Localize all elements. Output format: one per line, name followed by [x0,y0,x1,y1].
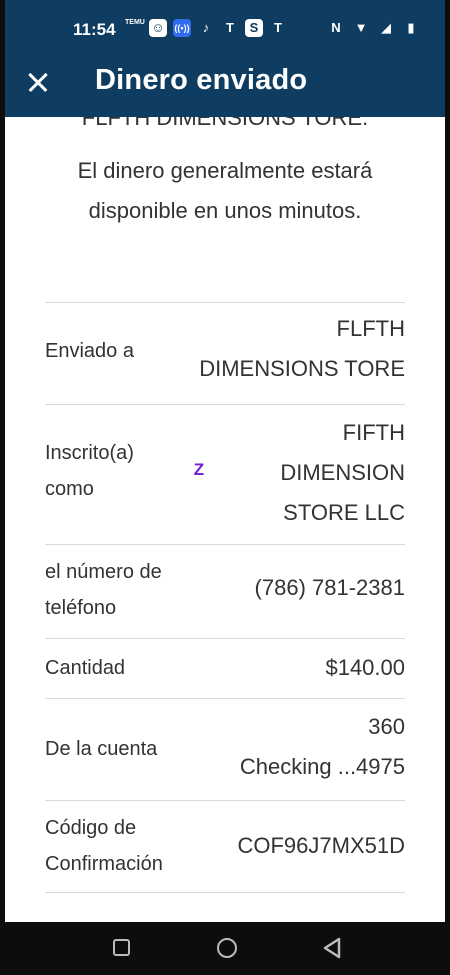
screen: 11:54 TEMU ☺ ((•)) ♪ T S T N ▼ ◢ ▮ Diner… [0,0,450,975]
confirmation-label: Código de Confirmación [45,810,185,882]
notification-icons: TEMU ☺ ((•)) ♪ T S T [125,19,287,37]
recent-apps-icon[interactable] [113,939,130,956]
status-time: 11:54 [73,20,116,39]
label-line: como [45,478,94,500]
tiktok-icon: ♪ [202,20,210,35]
value-line: 360 [368,714,405,739]
recipient-heading: FLFTH DIMENSIONS TORE. [81,117,369,130]
divider [45,892,405,893]
radio-icon: ((•)) [173,19,191,37]
label-line: Código de [45,817,137,839]
transfer-details: FLFTH DIMENSIONS TORE. El dinero general… [5,117,445,922]
from-account-value: 360 Checking ...4975 [240,707,405,787]
detail-row-from-account: De la cuenta 360 Checking ...4975 [45,698,405,800]
sent-to-value: FLFTH DIMENSIONS TORE [199,309,405,389]
temu-icon: TEMU [125,19,145,26]
zelle-icon: Z [193,460,205,479]
confirmation-code: COF96J7MX51D [237,833,405,858]
value-line: FIFTH [342,420,405,445]
phone-label: el número de teléfono [45,554,185,626]
value-line: STORE LLC [283,500,405,525]
wifi-icon: ▼ [354,20,368,35]
page-title: Dinero enviado [95,64,308,96]
app-header: Dinero enviado [5,60,445,117]
detail-row-phone: el número de teléfono (786) 781-2381 [45,544,405,638]
sent-to-label: Enviado a [45,340,134,362]
home-icon[interactable] [217,938,237,958]
close-icon[interactable] [23,68,53,98]
label-line: Inscrito(a) [45,442,134,464]
smile-icon: ☺ [149,19,167,37]
value-line: DIMENSIONS TORE [199,356,405,381]
detail-row-amount: Cantidad $140.00 [45,638,405,698]
tmobile-icon: T [226,20,234,35]
amount-value: $140.00 [325,655,405,680]
nfc-icon: N [331,20,341,35]
label-line: Confirmación [45,853,163,875]
signal-icon: ◢ [381,20,391,35]
value-line: DIMENSION [280,460,405,485]
detail-row-registered-as: Inscrito(a) como Z FIFTH DIMENSION STORE… [45,404,405,544]
amount-label: Cantidad [45,657,126,679]
availability-message: El dinero generalmente estará disponible… [77,158,373,223]
value-line: FLFTH [336,316,405,341]
registered-as-label: Inscrito(a) como [45,435,185,507]
tmobile-icon: T [274,20,282,35]
system-icons: N ▼ ◢ ▮ [327,19,420,37]
detail-row-confirmation: Código de Confirmación COF96J7MX51D [45,800,405,892]
system-nav-bar [0,922,450,975]
from-account-label: De la cuenta [45,738,158,760]
s-icon: S [245,19,263,37]
value-line: Checking ...4975 [239,754,405,779]
detail-row-sent-to: Enviado a FLFTH DIMENSIONS TORE [45,302,405,404]
label-line: el número de [45,561,162,583]
label-line: teléfono [45,597,117,619]
phone-value: (786) 781-2381 [254,575,405,600]
status-bar: 11:54 TEMU ☺ ((•)) ♪ T S T N ▼ ◢ ▮ [5,0,445,60]
registered-as-value: FIFTH DIMENSION STORE LLC [280,413,405,533]
back-icon[interactable] [322,937,342,959]
battery-icon: ▮ [407,20,415,35]
